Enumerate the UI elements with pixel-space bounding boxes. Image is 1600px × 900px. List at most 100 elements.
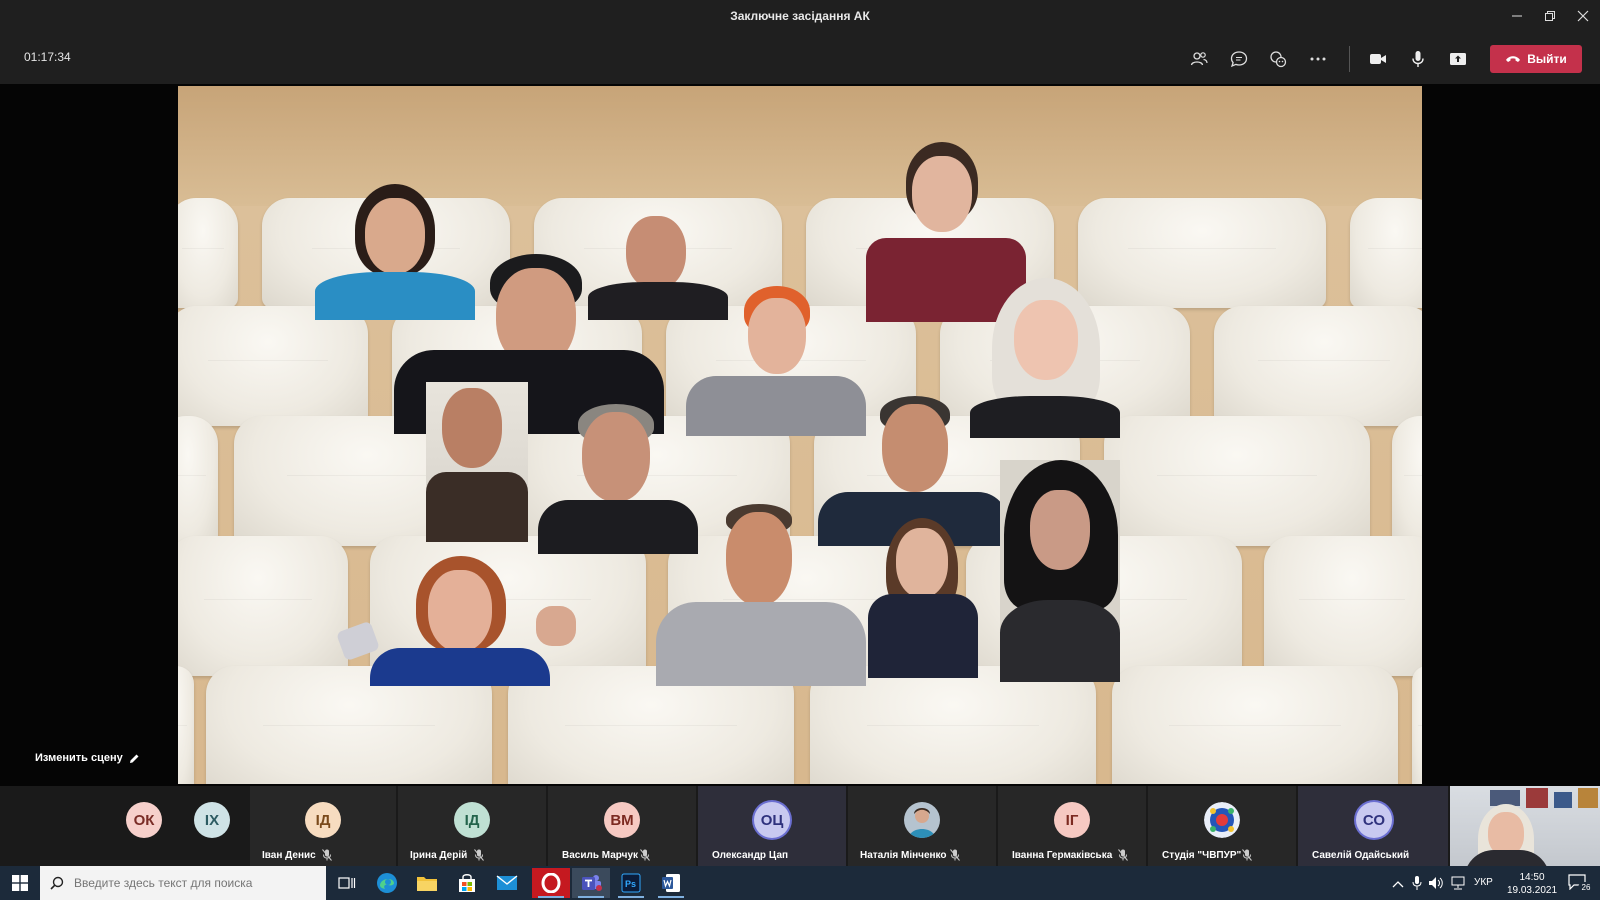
taskbar-app-edge[interactable] <box>368 868 406 898</box>
chat-icon <box>1230 51 1248 68</box>
windows-taskbar: Ps УКР 14:50 19.03.2021 26 <box>0 866 1600 900</box>
reactions-button[interactable] <box>1263 44 1293 74</box>
mic-off-icon <box>1118 849 1128 861</box>
seat <box>178 536 348 676</box>
participant-tile[interactable]: ОК <box>106 786 182 866</box>
participant-video <box>868 518 978 678</box>
camera-button[interactable] <box>1363 44 1393 74</box>
seat <box>178 198 238 308</box>
microphone-icon <box>1412 876 1422 890</box>
task-view-icon <box>338 877 356 889</box>
taskbar-search-box[interactable] <box>40 866 326 900</box>
notification-count-badge: 26 <box>1578 882 1594 894</box>
share-screen-icon <box>1450 53 1466 65</box>
word-icon <box>662 874 680 892</box>
seat <box>1112 666 1398 784</box>
leave-meeting-button[interactable]: Выйти <box>1490 45 1582 73</box>
hang-up-icon <box>1506 56 1521 62</box>
participant-tile[interactable]: ІГ Іванна Гермаківська <box>998 786 1146 866</box>
start-button[interactable] <box>0 866 40 900</box>
chat-button[interactable] <box>1224 44 1254 74</box>
taskbar-clock[interactable]: 14:50 19.03.2021 <box>1500 871 1564 897</box>
restore-button[interactable] <box>1533 0 1567 32</box>
participant-name: Студія "ЧВПУР" <box>1162 850 1242 861</box>
studio-logo-icon <box>1204 802 1240 838</box>
mail-envelope-icon <box>496 875 518 890</box>
folder-icon <box>417 877 437 891</box>
notification-center-button[interactable]: 26 <box>1568 872 1594 894</box>
toolbar-separator <box>1349 46 1350 72</box>
tray-network-button[interactable] <box>1450 875 1466 896</box>
seat <box>1392 416 1422 546</box>
mic-off-icon <box>322 849 332 861</box>
chevron-up-icon <box>1392 881 1404 888</box>
participant-video <box>656 504 866 686</box>
video-camera-icon <box>1370 54 1386 64</box>
taskbar-app-opera[interactable] <box>532 868 570 898</box>
participant-avatar: СО <box>1356 802 1392 838</box>
self-view-video[interactable] <box>1450 786 1600 866</box>
photoshop-icon: Ps <box>621 873 641 893</box>
participant-name: Іванна Гермаківська <box>1012 850 1113 861</box>
store-bag-icon <box>459 874 475 892</box>
seat <box>1412 666 1422 784</box>
mic-off-icon <box>1242 849 1252 861</box>
tray-microphone-button[interactable] <box>1412 875 1422 896</box>
seat <box>1214 306 1422 426</box>
seat <box>1104 416 1370 546</box>
meeting-timer: 01:17:34 <box>24 50 71 64</box>
participant-name: Василь Марчук <box>562 850 639 861</box>
participant-video <box>335 556 580 686</box>
participant-name: Савелій Одайський <box>1312 850 1410 861</box>
mic-off-icon <box>474 849 484 861</box>
taskbar-app-explorer[interactable] <box>408 868 446 898</box>
tray-overflow-button[interactable] <box>1392 876 1404 894</box>
task-view-button[interactable] <box>328 868 366 898</box>
participant-tile[interactable]: ІХ <box>176 786 248 866</box>
taskbar-app-store[interactable] <box>448 868 486 898</box>
participant-video <box>1000 460 1120 682</box>
participant-avatar: ВМ <box>604 802 640 838</box>
participant-tile-speaking[interactable]: ОЦ Олександр Цап <box>698 786 846 866</box>
participant-tile[interactable]: ІД Іван Денис <box>250 786 396 866</box>
tray-volume-button[interactable] <box>1428 875 1444 896</box>
more-actions-button[interactable] <box>1303 44 1333 74</box>
minimize-button[interactable] <box>1500 0 1534 32</box>
participant-tile[interactable]: ІД Ірина Дерій <box>398 786 546 866</box>
pencil-icon <box>129 754 139 763</box>
tray-language-indicator[interactable]: УКР <box>1474 877 1493 888</box>
change-scene-button[interactable]: Изменить сцену <box>35 752 140 764</box>
seat <box>178 666 194 784</box>
minimize-icon <box>1512 15 1522 17</box>
search-icon <box>50 876 64 890</box>
close-window-button[interactable] <box>1566 0 1600 32</box>
microphone-button[interactable] <box>1403 44 1433 74</box>
participants-button[interactable] <box>1184 44 1214 74</box>
share-screen-button[interactable] <box>1443 44 1473 74</box>
participant-tile[interactable]: ВМ Василь Марчук <box>548 786 696 866</box>
participant-tile[interactable]: Студія "ЧВПУР" <box>1148 786 1296 866</box>
search-input[interactable] <box>74 876 314 890</box>
participant-tile-speaking[interactable]: СО Савелій Одайський <box>1298 786 1448 866</box>
participant-photo-avatar <box>904 802 940 838</box>
taskbar-app-word[interactable] <box>652 868 690 898</box>
participant-tile[interactable]: Наталія Мінченко <box>848 786 996 866</box>
meeting-stage: Изменить сцену <box>0 84 1600 786</box>
teams-icon <box>582 875 602 891</box>
taskbar-app-mail[interactable] <box>488 868 526 898</box>
taskbar-app-photoshop[interactable]: Ps <box>612 868 650 898</box>
reactions-icon <box>1270 51 1287 68</box>
close-icon <box>1577 10 1589 22</box>
participant-avatar: ІГ <box>1054 802 1090 838</box>
participant-name: Ірина Дерій <box>410 850 468 861</box>
taskbar-app-teams[interactable] <box>572 868 610 898</box>
participant-avatar: ІД <box>305 802 341 838</box>
participant-name: Олександр Цап <box>712 850 789 861</box>
seat <box>1350 198 1422 308</box>
together-mode-scene <box>178 86 1422 784</box>
people-icon <box>1190 52 1208 66</box>
mic-off-icon <box>950 849 960 861</box>
clock-time: 14:50 <box>1519 872 1545 883</box>
participant-name: Іван Денис <box>262 850 316 861</box>
participant-avatar: ІХ <box>194 802 230 838</box>
